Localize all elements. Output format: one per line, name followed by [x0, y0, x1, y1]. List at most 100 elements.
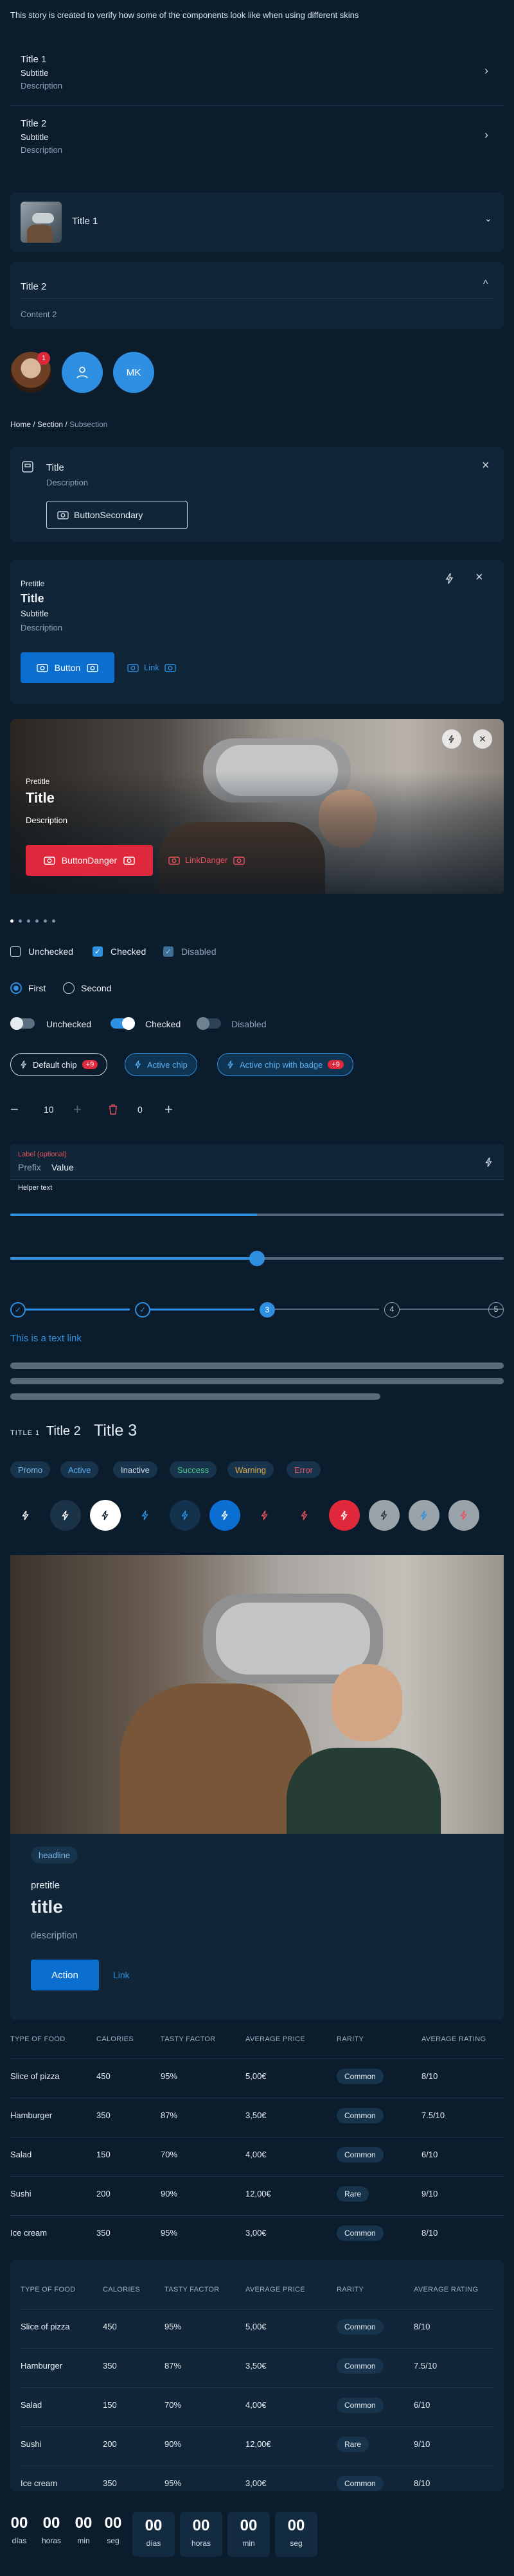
radio-selected[interactable]	[10, 982, 22, 994]
minus-button[interactable]: −	[10, 1102, 19, 1117]
text-field[interactable]: Label (optional) Prefix Value	[10, 1144, 504, 1180]
list-item-title: Title 2	[21, 118, 47, 129]
radio-unselected[interactable]	[63, 982, 75, 994]
table-cell: 6/10	[421, 2150, 438, 2159]
table-cell: 3,00€	[245, 2228, 267, 2238]
step-pending: 4	[384, 1302, 400, 1318]
rarity-tag: Rare	[337, 2437, 369, 2452]
table-cell: Slice of pizza	[10, 2071, 60, 2081]
dot[interactable]	[19, 919, 22, 923]
countdown-sec-label: seg	[107, 2536, 120, 2545]
switch-on[interactable]	[111, 1017, 135, 1030]
table-cell: 4,00€	[245, 2150, 267, 2159]
chevron-down-icon: ⌄	[484, 213, 492, 223]
icon-button[interactable]	[50, 1500, 81, 1531]
chip-active[interactable]: Active chip	[125, 1053, 197, 1076]
tag-inactive: Inactive	[113, 1461, 157, 1478]
dot[interactable]	[52, 919, 55, 923]
dot[interactable]	[35, 919, 39, 923]
countdown-hours: 00	[42, 2514, 60, 2532]
step-pending: 5	[488, 1302, 504, 1318]
carousel-dots[interactable]	[10, 919, 55, 923]
table-header: CALORIES	[103, 2286, 141, 2293]
list-item[interactable]: Title 1 Subtitle Description ›	[10, 40, 504, 103]
rarity-tag: Common	[337, 2108, 384, 2123]
tag-active: Active	[60, 1461, 99, 1478]
danger-button[interactable]: ButtonDanger	[26, 845, 153, 876]
table-cell: Sushi	[10, 2189, 31, 2198]
trash-icon[interactable]	[108, 1104, 118, 1115]
lightning-button[interactable]	[442, 729, 461, 749]
dot[interactable]	[27, 919, 30, 923]
close-icon[interactable]: ×	[475, 570, 483, 585]
intro-text: This story is created to verify how some…	[10, 10, 359, 20]
checkbox-label: Disabled	[181, 946, 217, 957]
title-1: TITLE 1	[10, 1429, 40, 1437]
slider-thumb[interactable]	[249, 1251, 265, 1266]
checkbox-unchecked[interactable]	[10, 946, 21, 957]
icon-button[interactable]	[170, 1500, 200, 1531]
close-icon[interactable]: ×	[482, 458, 490, 473]
camera-icon	[37, 664, 48, 672]
breadcrumb-current: Subsection	[69, 420, 108, 429]
breadcrumb-home[interactable]: Home	[10, 420, 31, 429]
plus-button[interactable]: +	[164, 1102, 173, 1117]
accordion-content: Content 2	[21, 309, 57, 319]
table-cell: 12,00€	[245, 2439, 271, 2449]
accordion-item-2[interactable]: Title 2 ^ Content 2	[10, 262, 504, 329]
list-item-description: Description	[21, 145, 63, 155]
table-cell: 8/10	[421, 2228, 438, 2238]
action-button[interactable]: Action	[31, 1960, 99, 1990]
table-header: CALORIES	[96, 2035, 134, 2043]
table-cell: Salad	[10, 2150, 32, 2159]
icon-button[interactable]	[369, 1500, 400, 1531]
table-cell: 7.5/10	[421, 2110, 445, 2120]
icon-button[interactable]	[90, 1500, 121, 1531]
icon-button[interactable]	[289, 1500, 320, 1531]
countdown-sec: 00	[287, 2517, 305, 2534]
row-divider	[21, 2387, 493, 2388]
lightning-icon	[227, 1060, 234, 1069]
camera-icon	[44, 857, 55, 865]
countdown-days: 00	[145, 2517, 163, 2534]
list-item[interactable]: Title 2 Subtitle Description ›	[10, 108, 504, 171]
countdown-days-label: días	[146, 2539, 161, 2548]
data-table: TYPE OF FOOD CALORIES TASTY FACTOR AVERAGE …	[10, 2023, 504, 2241]
icon-button[interactable]	[329, 1500, 360, 1531]
card-link[interactable]: Link	[127, 663, 176, 672]
lightning-icon[interactable]	[484, 1157, 493, 1167]
dot-active[interactable]	[10, 919, 13, 923]
lightning-icon	[21, 1060, 27, 1069]
icon-button[interactable]	[249, 1500, 280, 1531]
accordion-item-1[interactable]: Title 1 ⌄	[10, 193, 504, 252]
dot[interactable]	[44, 919, 47, 923]
close-icon[interactable]: ×	[473, 729, 492, 749]
checkbox-checked[interactable]: ✓	[93, 946, 103, 957]
table-cell: Ice cream	[10, 2228, 48, 2238]
lightning-icon	[135, 1060, 141, 1069]
secondary-button[interactable]: ButtonSecondary	[46, 501, 188, 529]
slider-track[interactable]	[10, 1251, 504, 1266]
danger-link[interactable]: LinkDanger	[168, 855, 245, 865]
breadcrumb: Home / Section / Subsection	[10, 420, 108, 429]
icon-button[interactable]	[130, 1500, 161, 1531]
primary-button[interactable]: Button	[21, 652, 114, 683]
chip-active-badge[interactable]: Active chip with badge +9	[217, 1053, 353, 1076]
media-link[interactable]: Link	[113, 1970, 130, 1980]
countdown-days: 00	[10, 2514, 28, 2532]
table-cell: 3,50€	[245, 2110, 267, 2120]
card-subtitle: Subtitle	[21, 609, 49, 618]
switch-off[interactable]	[10, 1017, 35, 1030]
icon-button[interactable]	[448, 1500, 479, 1531]
lightning-icon[interactable]	[445, 573, 455, 584]
lightning-icon	[261, 1510, 268, 1520]
icon-button[interactable]	[409, 1500, 439, 1531]
table-cell: 95%	[164, 2478, 182, 2488]
breadcrumb-section[interactable]: Section	[37, 420, 63, 429]
icon-button[interactable]	[209, 1500, 240, 1531]
chip-default[interactable]: Default chip +9	[10, 1053, 108, 1076]
icon-button[interactable]	[10, 1500, 41, 1531]
countdown-hours-label: horas	[41, 2536, 62, 2545]
countdown-sec-label: seg	[290, 2539, 303, 2548]
text-link[interactable]: This is a text link	[10, 1333, 82, 1344]
